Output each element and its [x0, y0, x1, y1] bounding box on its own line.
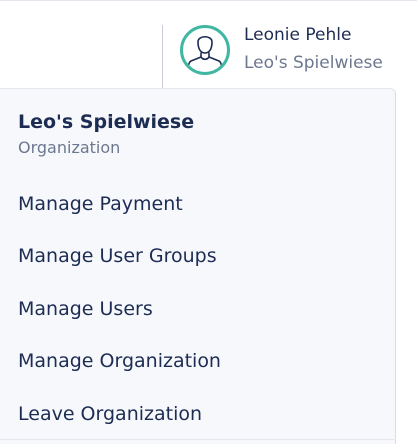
menu-item-leave-organization[interactable]: Leave Organization	[18, 403, 202, 425]
organization-subtitle: Organization	[18, 138, 121, 157]
user-menu-toggle[interactable]: Leonie Pehle Leo's Spielwiese	[176, 21, 412, 81]
user-dropdown-menu: Leo's Spielwiese Organization Manage Pay…	[0, 88, 396, 444]
dropdown-bottom-divider	[0, 439, 396, 440]
organization-name: Leo's Spielwiese	[18, 111, 195, 133]
menu-item-manage-payment[interactable]: Manage Payment	[18, 193, 183, 215]
user-name: Leonie Pehle	[244, 25, 352, 45]
top-header: Leonie Pehle Leo's Spielwiese	[0, 0, 417, 89]
menu-item-manage-user-groups[interactable]: Manage User Groups	[18, 245, 217, 267]
menu-item-manage-users[interactable]: Manage Users	[18, 298, 153, 320]
user-organization: Leo's Spielwiese	[244, 53, 383, 73]
header-divider	[162, 25, 163, 89]
menu-item-manage-organization[interactable]: Manage Organization	[18, 350, 221, 372]
user-avatar-icon	[180, 25, 230, 75]
